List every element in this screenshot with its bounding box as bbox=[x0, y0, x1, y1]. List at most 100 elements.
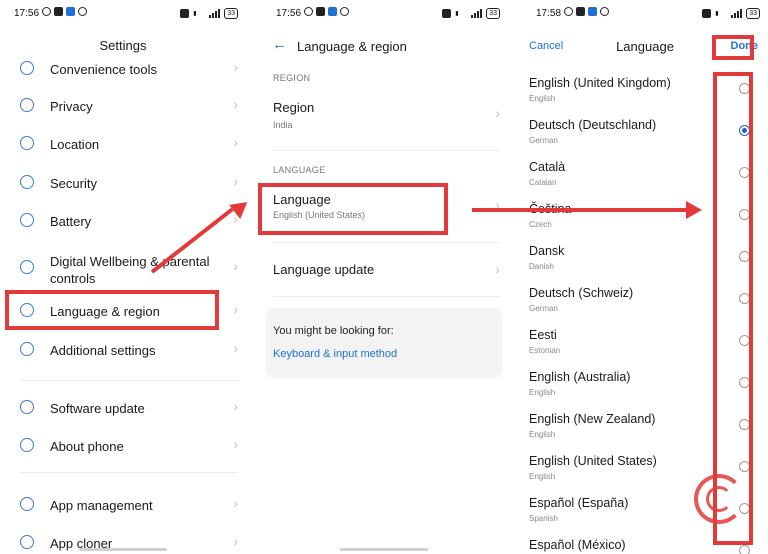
language-option[interactable]: English (Australia) English bbox=[522, 368, 768, 408]
language-update-label: Language update bbox=[273, 262, 375, 277]
settings-row[interactable]: Privacy › bbox=[0, 95, 246, 117]
language-option[interactable]: English (United Kingdom) English bbox=[522, 74, 768, 114]
language-native-name: Danish bbox=[529, 262, 554, 271]
radio-icon[interactable] bbox=[739, 545, 750, 554]
language-name: Deutsch (Schweiz) bbox=[529, 286, 634, 300]
cloner-icon bbox=[20, 535, 34, 549]
status-time: 17:56 bbox=[276, 8, 302, 19]
language-option[interactable]: Eesti Estonian bbox=[522, 326, 768, 366]
keyboard-input-method-link[interactable]: Keyboard & input method bbox=[273, 348, 397, 360]
battery-icon bbox=[20, 213, 34, 227]
language-name: Dansk bbox=[529, 244, 565, 258]
language-option[interactable]: Español (México) bbox=[522, 536, 768, 554]
radio-icon[interactable] bbox=[739, 83, 750, 94]
section-region-heading: REGION bbox=[273, 73, 311, 83]
divider bbox=[20, 472, 238, 473]
status-time: 17:56 bbox=[14, 8, 40, 19]
region-row[interactable]: Region India › bbox=[262, 96, 508, 136]
suggestions-card: You might be looking for: Keyboard & inp… bbox=[266, 308, 502, 378]
settings-row-label: Additional settings bbox=[50, 343, 156, 358]
settings-header: Settings bbox=[0, 34, 246, 58]
language-header: Cancel Language Done bbox=[522, 34, 768, 58]
language-update-row[interactable]: Language update › bbox=[262, 258, 508, 282]
language-native-name: Catalan bbox=[529, 178, 557, 187]
region-label: Region bbox=[273, 100, 315, 115]
language-native-name: Estonian bbox=[529, 346, 561, 355]
chevron-right-icon: › bbox=[233, 533, 238, 549]
location-icon bbox=[20, 136, 34, 150]
settings-row-label: Location bbox=[50, 137, 100, 152]
vibrate-icon bbox=[702, 9, 712, 18]
language-option[interactable]: Català Catalan bbox=[522, 158, 768, 198]
signal-icon bbox=[209, 9, 221, 18]
back-arrow-icon[interactable]: ← bbox=[272, 36, 287, 53]
language-native-name: German bbox=[529, 304, 558, 313]
region-value: India bbox=[273, 120, 293, 130]
annotation-arrow bbox=[472, 208, 690, 212]
language-name: Español (España) bbox=[529, 496, 629, 510]
notification-icons bbox=[42, 7, 87, 16]
language-name: Eesti bbox=[529, 328, 557, 342]
radio-icon[interactable] bbox=[739, 167, 750, 178]
language-option[interactable]: English (New Zealand) English bbox=[522, 410, 768, 450]
radio-icon[interactable] bbox=[739, 461, 750, 472]
settings-row[interactable]: Additional settings › bbox=[0, 339, 246, 361]
chevron-right-icon: › bbox=[495, 261, 500, 277]
language-option[interactable]: Deutsch (Deutschland) German bbox=[522, 116, 768, 156]
status-bar: 17:56 ▮ 33 bbox=[0, 0, 246, 26]
language-select-screen: 17:58 ▮ 33 Cancel Language Done English (… bbox=[522, 0, 768, 554]
chevron-right-icon: › bbox=[233, 258, 238, 274]
settings-row[interactable]: App management › bbox=[0, 494, 246, 516]
settings-row[interactable]: Location › bbox=[0, 133, 246, 155]
privacy-icon bbox=[20, 98, 34, 112]
chevron-right-icon: › bbox=[233, 398, 238, 414]
chevron-right-icon: › bbox=[233, 495, 238, 511]
vibrate-icon bbox=[180, 9, 190, 18]
divider bbox=[273, 150, 500, 151]
language-option[interactable]: ČeštinaCzech bbox=[522, 200, 768, 240]
notification-icons bbox=[564, 7, 609, 16]
home-indicator bbox=[340, 548, 428, 551]
language-native-name: English bbox=[529, 94, 556, 103]
language-option[interactable]: Dansk Danish bbox=[522, 242, 768, 282]
language-region-header: ← Language & region bbox=[262, 34, 508, 58]
home-indicator bbox=[79, 548, 167, 551]
network-speed-icon: ▮ bbox=[455, 10, 459, 17]
network-speed-icon: ▮ bbox=[193, 10, 197, 17]
radio-icon[interactable] bbox=[739, 293, 750, 304]
language-icon bbox=[20, 303, 34, 317]
settings-row[interactable]: Convenience tools › bbox=[0, 58, 246, 80]
radio-icon[interactable] bbox=[739, 419, 750, 430]
settings-row[interactable]: Language & region › bbox=[0, 300, 246, 322]
done-button[interactable]: Done bbox=[731, 40, 759, 52]
language-name: English (United Kingdom) bbox=[529, 76, 671, 90]
language-native-name: English bbox=[529, 430, 556, 439]
chevron-right-icon: › bbox=[233, 96, 238, 112]
settings-row[interactable]: Software update › bbox=[0, 397, 246, 419]
radio-selected-icon[interactable] bbox=[739, 125, 750, 136]
settings-row[interactable]: Digital Wellbeing & parental controls › bbox=[0, 250, 246, 286]
settings-row[interactable]: About phone › bbox=[0, 435, 246, 457]
radio-icon[interactable] bbox=[739, 251, 750, 262]
language-native-name: German bbox=[529, 136, 558, 145]
settings-row[interactable]: Security › bbox=[0, 172, 246, 194]
chevron-right-icon: › bbox=[233, 173, 238, 189]
language-native-name: English bbox=[529, 472, 556, 481]
language-name: English (Australia) bbox=[529, 370, 631, 384]
settings-row-label: About phone bbox=[50, 439, 124, 454]
signal-icon bbox=[471, 9, 483, 18]
radio-icon[interactable] bbox=[739, 335, 750, 346]
chevron-right-icon: › bbox=[233, 134, 238, 150]
update-icon bbox=[20, 400, 34, 414]
apps-icon bbox=[20, 497, 34, 511]
chevron-right-icon: › bbox=[233, 340, 238, 356]
language-native-name: English bbox=[529, 388, 556, 397]
settings-row-label: Battery bbox=[50, 214, 92, 229]
watermark-logo-inner bbox=[706, 486, 732, 512]
network-speed-icon: ▮ bbox=[715, 10, 719, 17]
radio-icon[interactable] bbox=[739, 377, 750, 388]
language-option[interactable]: Deutsch (Schweiz) German bbox=[522, 284, 768, 324]
radio-icon[interactable] bbox=[739, 209, 750, 220]
battery-indicator: 33 bbox=[486, 8, 500, 19]
settings-row-label: Convenience tools bbox=[50, 62, 157, 77]
